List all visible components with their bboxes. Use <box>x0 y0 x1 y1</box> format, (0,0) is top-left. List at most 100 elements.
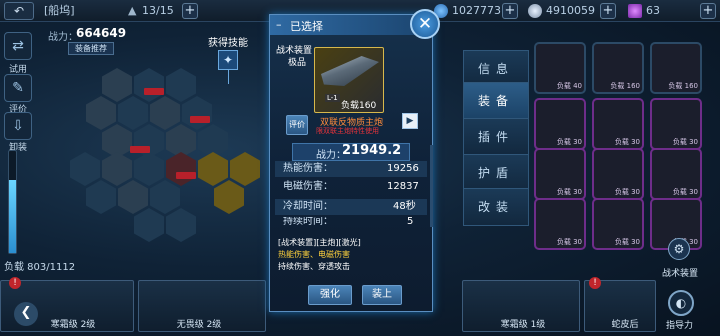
hex-slot[interactable] <box>86 96 116 130</box>
hex-slot[interactable] <box>150 180 180 214</box>
equipment-slot[interactable]: 负载 30 <box>650 98 702 150</box>
dialog-header: 已选择 – <box>270 15 432 35</box>
slot-load: 负载 30 <box>614 138 640 146</box>
damage-types: 热能伤害、电磁伤害 <box>278 250 350 259</box>
equipment-slot[interactable]: 负载 30 <box>534 98 586 150</box>
tab-plugin[interactable]: 插件 <box>463 118 529 156</box>
tab-equipment[interactable]: 装备 <box>463 82 529 120</box>
item-description: 持续伤害、穿透攻击 <box>278 262 350 271</box>
game-screen: ↶ [船坞] ▲ 13/15 + 1027773 + 4910059 + 63 … <box>0 0 720 336</box>
hex-slot[interactable] <box>118 180 148 214</box>
stat-label: 持续时间： <box>283 217 333 227</box>
ship-card[interactable]: 无畏级 2级 <box>138 280 266 332</box>
hex-slot[interactable] <box>118 96 148 130</box>
hex-slot[interactable] <box>182 96 212 130</box>
equipment-slot[interactable]: 负载 30 <box>534 148 586 200</box>
ship-card-label: 蛇皮后 <box>611 320 639 330</box>
hex-slot[interactable] <box>166 68 196 102</box>
try-button[interactable]: ⇄ <box>4 32 32 60</box>
equipment-slot[interactable]: 负载 160 <box>592 42 644 94</box>
ship-hex-grid[interactable] <box>40 60 270 270</box>
alert-icon: ! <box>589 277 601 289</box>
add-credits-button[interactable]: + <box>502 3 518 19</box>
slot-load: 负载 30 <box>614 188 640 196</box>
hex-slot[interactable] <box>150 96 180 130</box>
close-button[interactable]: ✕ <box>410 9 440 39</box>
ship-card[interactable]: ! 蛇皮后 <box>584 277 656 332</box>
minus-icon: – <box>276 18 282 31</box>
stat-row: 冷却时间： 48秒 <box>275 199 427 215</box>
unload-button[interactable]: ⇩ <box>4 112 32 140</box>
item-quality: 极品 <box>288 58 307 68</box>
ship-card[interactable]: 寒霜级 1级 <box>462 280 580 332</box>
stat-label: 热能伤害： <box>283 163 333 174</box>
hex-slot-highlight[interactable] <box>198 152 228 186</box>
stat-value: 48秒 <box>393 201 416 212</box>
hex-slot[interactable] <box>166 152 196 186</box>
enhance-button[interactable]: 强化 <box>308 285 352 305</box>
stat-row: 持续时间： 5 <box>275 217 427 227</box>
red-marker <box>190 116 210 123</box>
stat-scrollbar[interactable] <box>430 145 433 227</box>
load-bar-fill <box>9 180 16 253</box>
stat-row: 热能伤害： 19256 <box>275 161 427 177</box>
add-crystals-button[interactable]: + <box>600 3 616 19</box>
tab-modify[interactable]: 改装 <box>463 188 529 226</box>
recommend-button[interactable]: 装备推荐 <box>68 42 114 55</box>
hex-slot-highlight[interactable] <box>214 180 244 214</box>
skill-icon[interactable]: ✦ <box>218 50 238 70</box>
guide-button[interactable]: ◐ <box>668 290 694 316</box>
equip-button[interactable]: 装上 <box>362 285 402 305</box>
equipment-grid: 负载 40 负载 160 负载 160 负载 30 负载 30 负载 30 负载… <box>534 42 714 262</box>
review-button[interactable]: 评价 <box>286 115 308 135</box>
equipment-slot[interactable]: 负载 30 <box>592 148 644 200</box>
stat-row: 电磁伤害： 12837 <box>275 179 427 195</box>
guide-label: 指导力 <box>666 321 694 331</box>
slot-load: 负载 160 <box>610 82 640 90</box>
hex-slot[interactable] <box>102 68 132 102</box>
play-button[interactable]: ▶ <box>402 113 418 129</box>
skill-connector <box>228 70 229 84</box>
hex-slot[interactable] <box>134 152 164 186</box>
unload-label: 卸装 <box>8 143 27 153</box>
stat-label: 电磁伤害： <box>283 181 333 192</box>
equipment-slot[interactable]: 负载 40 <box>534 42 586 94</box>
stat-value: 19256 <box>387 163 419 174</box>
rocket-icon: ▲ <box>128 4 137 17</box>
hex-slot[interactable] <box>166 208 196 242</box>
hex-slot-highlight[interactable] <box>230 152 260 186</box>
equipment-slot[interactable]: 负载 30 <box>534 198 586 250</box>
hex-slot[interactable] <box>102 152 132 186</box>
weapon-image <box>321 56 379 86</box>
equipment-slot[interactable]: 负载 30 <box>592 98 644 150</box>
alert-icon: ! <box>9 277 21 289</box>
ship-name: [船坞] <box>44 4 75 17</box>
ship-card-label: 无畏级 2级 <box>176 320 222 330</box>
slot-load: 负载 30 <box>614 238 640 246</box>
tactical-device-icon[interactable]: ⚙ <box>668 238 690 260</box>
slot-load: 负载 30 <box>556 238 582 246</box>
red-marker <box>130 146 150 153</box>
item-note: 限双联主炮特性使用 <box>316 127 379 135</box>
back-button[interactable]: ↶ <box>4 2 34 20</box>
hex-slot[interactable] <box>70 152 100 186</box>
equipment-slot[interactable]: 负载 30 <box>592 198 644 250</box>
slot-load: 负载 40 <box>556 82 582 90</box>
add-gems-button[interactable]: + <box>700 3 716 19</box>
add-ship-button[interactable]: + <box>182 3 198 19</box>
slot-load: 负载 30 <box>672 188 698 196</box>
tab-shield[interactable]: 护盾 <box>463 154 529 192</box>
item-level: L-1 <box>325 94 340 102</box>
hex-slot[interactable] <box>134 68 164 102</box>
equipment-slot[interactable]: 负载 160 <box>650 42 702 94</box>
red-marker <box>144 88 164 95</box>
ship-count: 13/15 <box>142 4 174 17</box>
hex-slot[interactable] <box>86 180 116 214</box>
crystal-icon <box>528 4 542 18</box>
stat-value: 5 <box>407 217 414 227</box>
equipment-slot[interactable]: 负载 30 <box>650 148 702 200</box>
tactical-device-label: 战术装置 <box>662 269 699 279</box>
hex-slot[interactable] <box>134 208 164 242</box>
scroll-left-button[interactable]: ❮ <box>14 302 38 326</box>
rate-button[interactable]: ✎ <box>4 74 32 102</box>
